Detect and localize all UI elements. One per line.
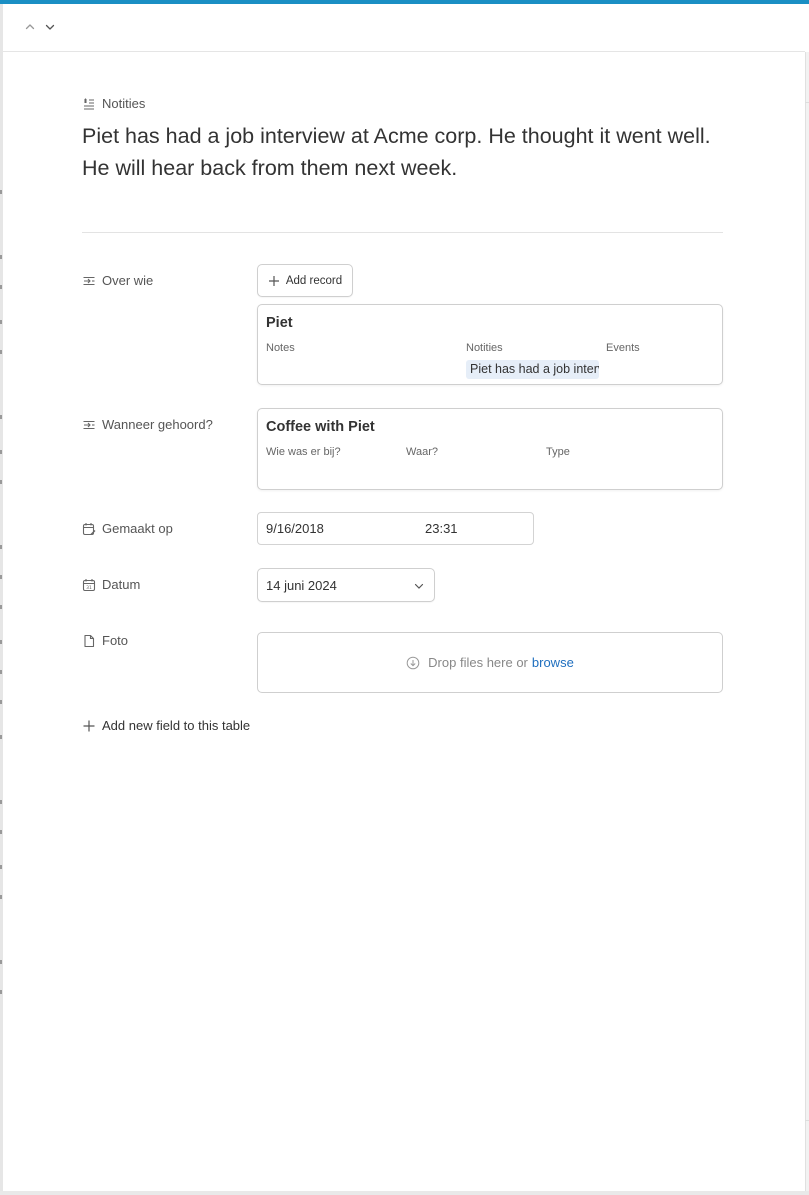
created-date-value: 9/16/2018: [266, 521, 324, 536]
linked-record-icon: [83, 276, 95, 285]
svg-text:31: 31: [86, 585, 92, 591]
notes-field-label-text: Notities: [102, 96, 146, 111]
plus-icon: [268, 275, 279, 286]
background-divider: [805, 102, 809, 103]
file-dropzone[interactable]: Drop files here or browse: [257, 632, 723, 693]
record-card-column-label: Waar?: [406, 446, 438, 458]
notes-text-value[interactable]: Piet has had a job interview at Acme cor…: [82, 120, 712, 184]
created-time-field: 9/16/2018 23:31: [257, 512, 534, 545]
add-record-label: Add record: [285, 274, 343, 287]
record-card-column-label: Notes: [266, 342, 295, 354]
add-record-button[interactable]: Add record: [257, 264, 353, 297]
created-time-value: 23:31: [425, 521, 458, 536]
section-divider: [82, 232, 723, 233]
date-select[interactable]: 14 juni 2024: [257, 568, 435, 602]
datum-label: 31 Datum: [82, 577, 140, 592]
record-card-column-label: Wie was er bij?: [266, 446, 341, 458]
over-wie-label-text: Over wie: [102, 273, 154, 288]
date-select-value: 14 juni 2024: [266, 578, 337, 593]
gemaakt-op-label-text: Gemaakt op: [102, 521, 173, 536]
drop-files-text: Drop files here or: [428, 655, 528, 670]
background-right-panel: [805, 52, 809, 1192]
file-icon: [84, 634, 95, 647]
bottom-edge: [0, 1191, 809, 1195]
record-card-column-label: Type: [546, 446, 570, 458]
calendar-icon: 31: [82, 578, 96, 591]
record-card-title: Coffee with Piet: [266, 419, 375, 435]
download-circle-icon: [406, 656, 420, 669]
notes-field-label: Notities: [82, 96, 145, 111]
gemaakt-op-label: Gemaakt op: [82, 521, 173, 536]
wanneer-gehoord-label: Wanneer gehoord?: [82, 417, 213, 432]
record-card-column-label: Events: [606, 342, 640, 354]
plus-icon: [83, 720, 95, 731]
background-divider: [805, 1120, 809, 1121]
foto-label: Foto: [82, 633, 128, 648]
add-field-button[interactable]: Add new field to this table: [82, 718, 250, 733]
over-wie-label: Over wie: [82, 273, 153, 288]
background-text-fragments: [0, 0, 3, 1195]
long-text-icon: [84, 98, 94, 110]
calendar-edit-icon: [82, 522, 96, 535]
chevron-down-icon[interactable]: [43, 20, 57, 34]
linked-record-card-coffee[interactable]: Coffee with Piet Wie was er bij? Waar? T…: [257, 408, 723, 490]
record-card-title: Piet: [266, 315, 293, 331]
add-field-label: Add new field to this table: [102, 718, 251, 733]
record-header: [3, 4, 805, 52]
record-card-column-label: Notities: [466, 342, 503, 354]
notes-preview-chip: Piet has had a job interview at Acme cor…: [466, 360, 599, 379]
browse-link[interactable]: browse: [532, 655, 574, 670]
linked-record-icon: [83, 420, 95, 429]
foto-label-text: Foto: [102, 633, 129, 648]
chevron-up-icon[interactable]: [23, 20, 37, 34]
chevron-down-icon: [414, 583, 424, 589]
datum-label-text: Datum: [102, 577, 141, 592]
wanneer-gehoord-label-text: Wanneer gehoord?: [102, 417, 213, 432]
linked-record-card-piet[interactable]: Piet Notes Notities Events Piet has had …: [257, 304, 723, 385]
